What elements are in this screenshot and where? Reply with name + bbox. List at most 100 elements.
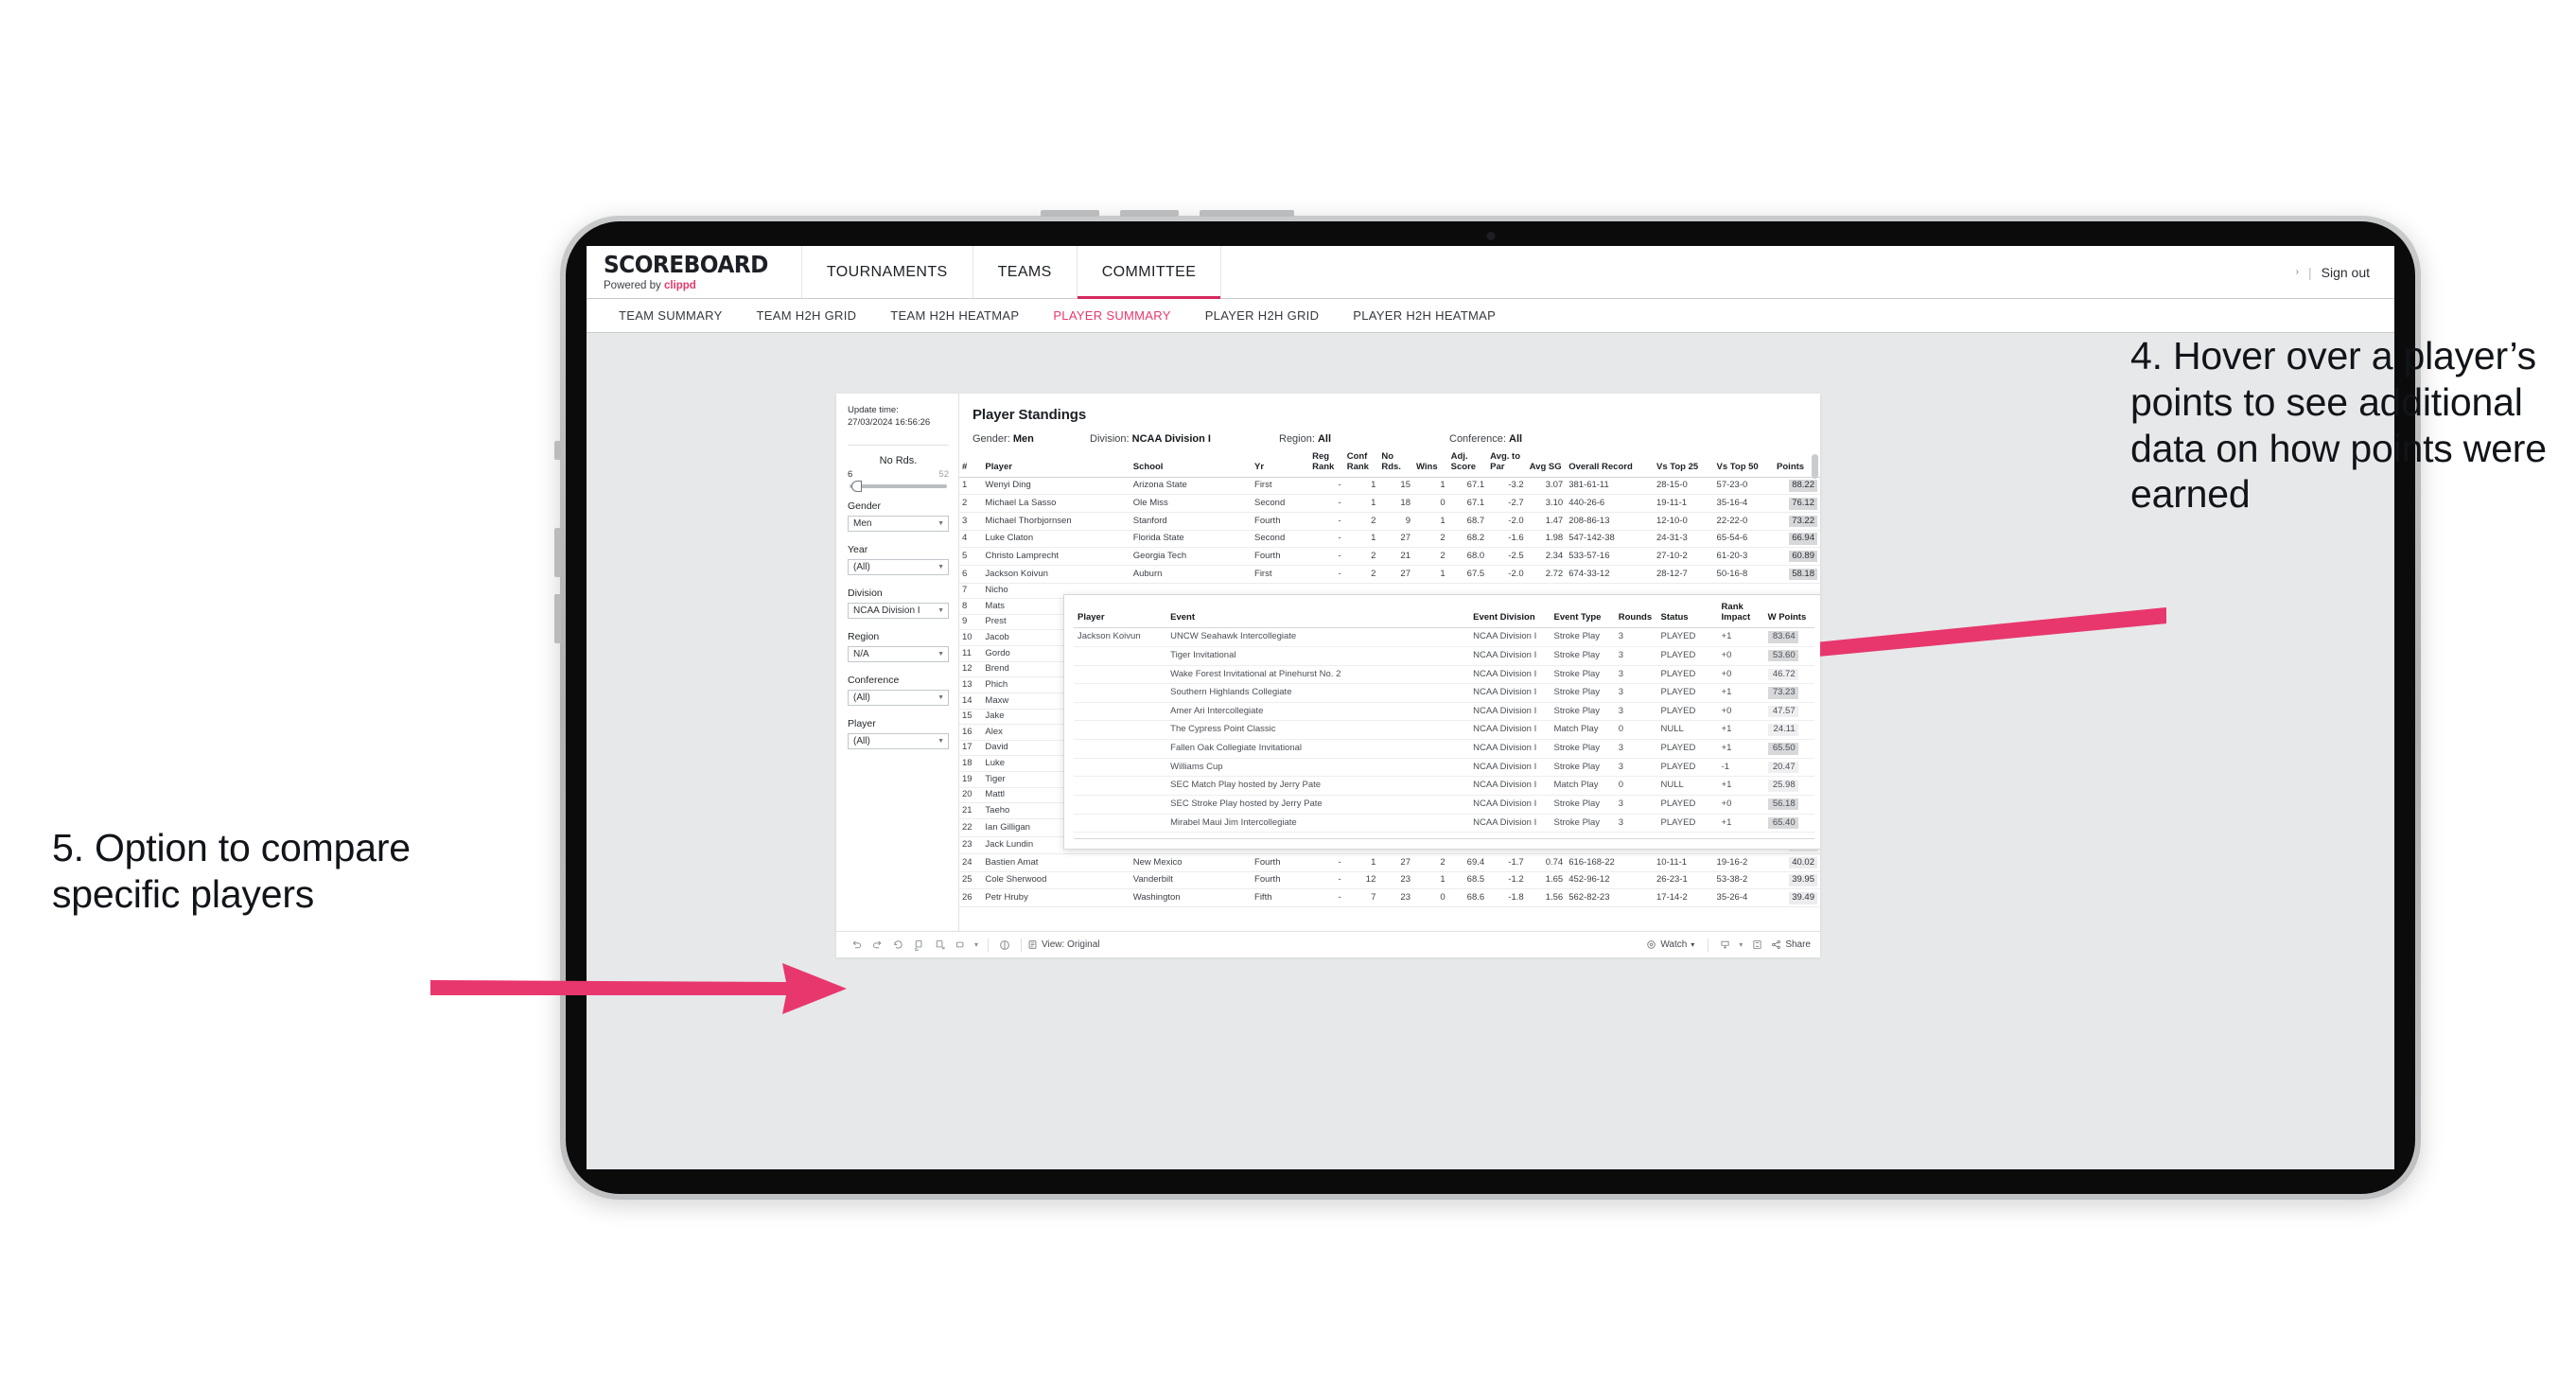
cell-n: 15 [959,709,983,726]
tooltip-row: SEC Stroke Play hosted by Jerry Pate NCAA… [1074,795,1814,815]
table-row[interactable]: 5 Christo Lamprecht Georgia Tech Fourth -2 21… [959,547,1820,566]
filter-region-select[interactable]: N/A ▼ [848,645,949,662]
chevron-down-icon: ▼ [938,650,944,658]
nav-committee[interactable]: COMMITTEE [1077,246,1222,299]
redo-icon[interactable] [867,936,887,955]
table-row[interactable]: 6 Jackson Koivun Auburn First -2 27 1 67.5 -2.0 2… [959,565,1820,584]
toolbar-right-group: Watch ▾ ▾ Share [1646,936,1811,955]
tooltip-row: Amer Ari Intercollegiate NCAA Division IS… [1074,702,1814,722]
revert-icon[interactable] [887,936,908,955]
col-player[interactable]: Player [982,452,1130,477]
tooltip-cell-impact: +0 [1717,702,1764,722]
col-conf-rank[interactable]: Conf Rank [1344,452,1379,477]
brand-subtitle: Powered by clippd [604,280,780,291]
cell-t25: 17-14-2 [1654,888,1714,908]
custom-views-icon[interactable] [950,936,971,955]
tab-player-h2h-heatmap[interactable]: PLAYER H2H HEATMAP [1336,308,1513,323]
filter-division-select[interactable]: NCAA Division I ▼ [848,602,949,619]
tab-player-summary[interactable]: PLAYER SUMMARY [1036,308,1187,323]
cell-school: Georgia Tech [1130,547,1253,566]
nav-teams[interactable]: TEAMS [973,246,1078,298]
table-row[interactable]: 4 Luke Claton Florida State Second -1 27 2 68.2… [959,530,1820,549]
pause-updates-icon[interactable] [929,936,950,955]
chevron-right-icon[interactable]: › [2296,267,2299,277]
slide-canvas: SCOREBOARD Powered by clippd TOURNAMENTS… [0,0,2576,1386]
tab-team-h2h-grid[interactable]: TEAM H2H GRID [740,308,874,323]
sign-out-button[interactable]: Sign out [2322,265,2370,280]
tooltip-cell-status: PLAYED [1656,814,1718,833]
col-avg-sg[interactable]: Avg SG [1527,452,1567,477]
tab-team-h2h-heatmap[interactable]: TEAM H2H HEATMAP [873,308,1036,323]
table-row[interactable]: 3 Michael Thorbjornsen Stanford Fourth -2 9 1 6… [959,512,1820,531]
share-button[interactable]: Share [1771,939,1811,950]
sub-navigation-bar: TEAM SUMMARY TEAM H2H GRID TEAM H2H HEAT… [587,299,2394,333]
tooltip-row: SEC Match Play hosted by Jerry Pate NCAA … [1074,776,1814,796]
custom-views-caret-icon[interactable]: ▾ [971,936,982,955]
scrollbar-thumb[interactable] [1812,454,1818,479]
tooltip-cell-player [1074,814,1167,833]
tab-player-h2h-grid[interactable]: PLAYER H2H GRID [1188,308,1337,323]
cell-adj: 68.7 [1447,512,1488,531]
nav-tournaments[interactable]: TOURNAMENTS [802,246,973,298]
table-row[interactable]: 2 Michael La Sasso Ole Miss Second -1 18 0 67.1… [959,494,1820,514]
undo-icon[interactable] [846,936,867,955]
divider [1708,938,1709,952]
caret-glyph: ▾ [973,940,978,949]
meta-division: Division: NCAA Division I [1090,433,1279,445]
cell-sg: 1.56 [1526,888,1567,908]
cell-conf: 1 [1343,853,1379,872]
tooltip-cell-event: The Cypress Point Classic [1166,720,1470,740]
cell-n: 16 [959,724,983,741]
pause-auto-update-icon[interactable] [994,936,1015,955]
cell-t50: 61-20-3 [1713,547,1775,566]
col-wins[interactable]: Wins [1413,452,1448,477]
refresh-icon[interactable] [908,936,929,955]
no-rounds-min: 6 [848,468,853,480]
filter-conference-select[interactable]: (All) ▼ [848,689,949,706]
view-original-label: View: Original [1042,939,1100,950]
col-avg-to-par[interactable]: Avg. to Par [1487,452,1527,477]
col-reg-rank[interactable]: Reg Rank [1309,452,1344,477]
download-caret-icon[interactable]: ▾ [1735,936,1746,955]
no-rounds-slider[interactable] [850,480,947,492]
col-yr[interactable]: Yr [1252,452,1309,477]
col-adj-score[interactable]: Adj. Score [1448,452,1488,477]
filter-gender-select[interactable]: Men ▼ [848,515,949,532]
col-vs-top-50[interactable]: Vs Top 50 [1714,452,1775,477]
view-original-button[interactable]: View: Original [1027,939,1100,950]
col-rank[interactable]: # [959,452,982,477]
share-label: Share [1785,939,1811,950]
tooltip-row: Williams Cup NCAA Division I Stroke Play 3 P… [1074,758,1814,778]
tooltip-cell-event: Amer Ari Intercollegiate [1166,702,1470,722]
col-overall-record[interactable]: Overall Record [1566,452,1654,477]
table-row[interactable]: 25 Cole Sherwood Vanderbilt Fourth -12 23 1 68.… [959,871,1820,890]
cell-n: 3 [959,512,983,531]
brand-logo[interactable]: SCOREBOARD Powered by clippd [587,246,802,298]
cell-t25: 24-31-3 [1654,530,1714,549]
download-icon[interactable] [1714,936,1735,955]
filter-player-select[interactable]: (All) ▼ [848,732,949,749]
full-screen-icon[interactable] [1746,936,1767,955]
filter-year-select[interactable]: (All) ▼ [848,558,949,575]
table-row[interactable]: 26 Petr Hruby Washington Fifth -7 23 0 68.6 -1.8… [959,888,1820,908]
tooltip-cell-player [1074,758,1167,778]
tooltip-cell-status: PLAYED [1656,665,1718,685]
tooltip-cell-rounds: 0 [1614,720,1657,740]
col-vs-top-25[interactable]: Vs Top 25 [1654,452,1714,477]
table-row[interactable]: 24 Bastien Amat New Mexico Fourth -1 27 2 69.4-… [959,853,1820,872]
watch-button[interactable]: Watch ▾ [1646,939,1694,950]
col-school[interactable]: School [1130,452,1252,477]
cell-rds: 27 [1378,530,1413,549]
update-time-value: 27/03/2024 16:56:26 [848,416,931,428]
cell-n: 25 [959,871,983,890]
tab-team-summary[interactable]: TEAM SUMMARY [602,308,740,323]
cell-yr: First [1252,477,1310,496]
table-row[interactable]: 1 Wenyi Ding Arizona State First -1 15 1 67.1 -3… [959,477,1820,496]
tooltip-cell-status: PLAYED [1656,702,1718,722]
slider-thumb[interactable] [851,480,862,492]
cell-n: 10 [959,629,983,647]
cell-reg: - [1309,494,1344,514]
cell-wins: 1 [1413,565,1448,584]
col-no-rds[interactable]: No Rds. [1378,452,1413,477]
filter-conference-value: (All) [853,692,870,703]
